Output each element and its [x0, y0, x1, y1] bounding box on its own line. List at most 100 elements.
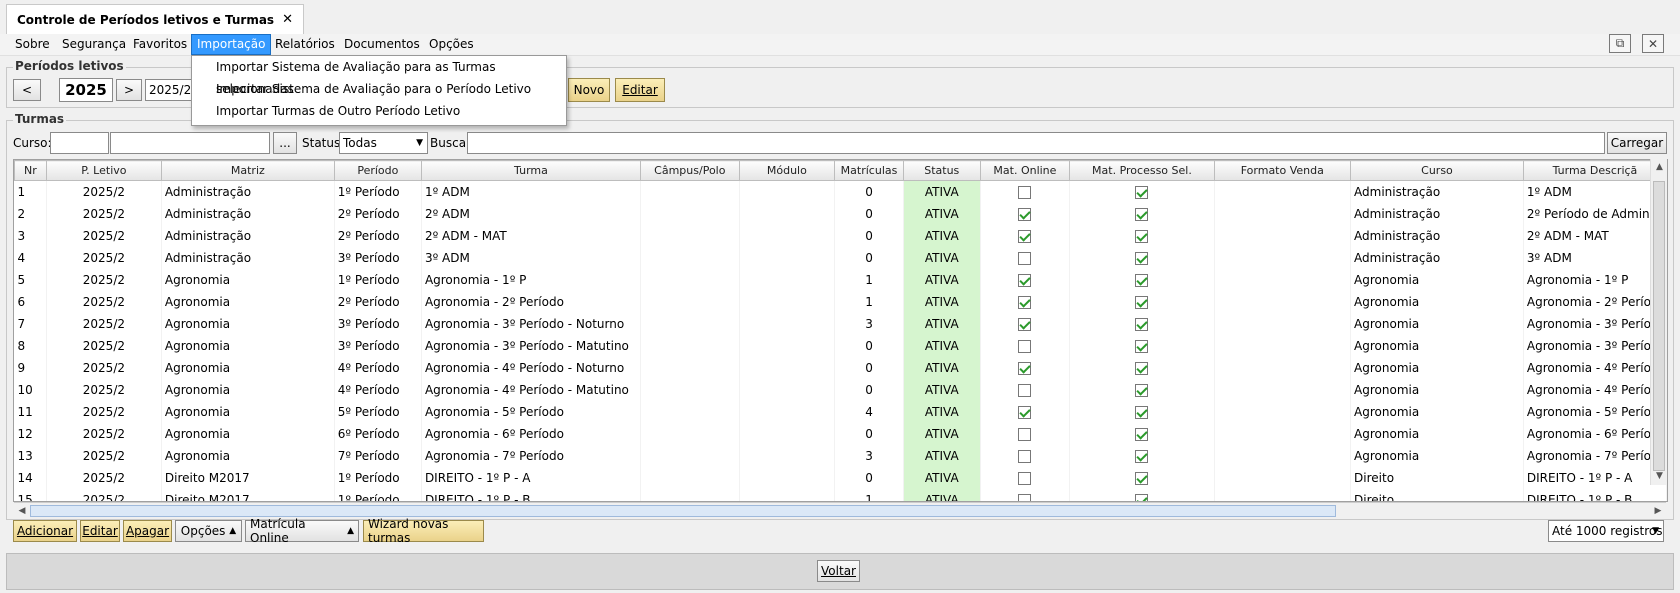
column-header[interactable]: Câmpus/Polo	[639, 160, 740, 181]
column-header[interactable]: Turma Descriçã	[1522, 160, 1667, 181]
checkbox[interactable]	[1135, 405, 1149, 419]
checkbox[interactable]	[1135, 339, 1149, 353]
menu-documentos[interactable]: Documentos	[339, 34, 425, 55]
apagar-button[interactable]: Apagar	[123, 520, 172, 542]
checkbox[interactable]	[1135, 295, 1149, 309]
table-row[interactable]: 6 2025/2 Agronomia 2º Período Agronomia - 2º…	[14, 290, 1667, 313]
column-header[interactable]: P. Letivo	[45, 160, 162, 181]
scroll-up-icon[interactable]: ▲	[1651, 159, 1668, 176]
column-header[interactable]: Mat. Processo Sel.	[1069, 160, 1215, 181]
scroll-right-icon[interactable]: ▶	[1650, 503, 1666, 519]
menu-item-importar-turmas-outro-periodo[interactable]: Importar Turmas de Outro Período Letivo	[192, 100, 566, 122]
checkbox[interactable]	[1018, 361, 1032, 375]
checkbox[interactable]	[1135, 207, 1149, 221]
column-header[interactable]: Módulo	[738, 160, 836, 181]
checkbox[interactable]	[1018, 339, 1032, 353]
checkbox[interactable]	[1018, 207, 1032, 221]
menu-sobre[interactable]: Sobre	[10, 34, 55, 55]
table-row[interactable]: 14 2025/2 Direito M2017 1º Período DIREITO -…	[14, 466, 1667, 489]
curso-name-input[interactable]	[110, 132, 270, 154]
adicionar-button[interactable]: Adicionar	[13, 520, 77, 542]
status-select[interactable]: Todas ▼	[339, 132, 428, 154]
checkbox[interactable]	[1018, 471, 1032, 485]
wizard-novas-turmas-button[interactable]: Wizard novas turmas	[363, 517, 484, 545]
checkbox[interactable]	[1018, 295, 1032, 309]
checkbox[interactable]	[1135, 383, 1149, 397]
checkbox[interactable]	[1135, 493, 1149, 501]
editar-periodo-button[interactable]: Editar	[615, 78, 665, 102]
checkbox[interactable]	[1135, 251, 1149, 265]
matricula-online-button[interactable]: Matrícula Online ▲	[245, 517, 359, 545]
table-row[interactable]: 9 2025/2 Agronomia 4º Período Agronomia - 4º…	[14, 356, 1667, 379]
scroll-down-icon[interactable]: ▼	[1651, 468, 1668, 485]
scroll-left-icon[interactable]: ◀	[14, 503, 30, 519]
checkbox[interactable]	[1135, 185, 1149, 199]
menu-relatorios[interactable]: Relatórios	[270, 34, 340, 55]
checkbox[interactable]	[1135, 273, 1149, 287]
registros-select[interactable]: Até 1000 registros ▼	[1548, 520, 1664, 542]
horizontal-scrollbar[interactable]: ◀ ▶	[14, 502, 1666, 518]
column-header[interactable]: Turma	[420, 160, 641, 181]
checkbox[interactable]	[1018, 273, 1032, 287]
menu-item-importar-avaliacao-turmas[interactable]: Importar Sistema de Avaliação para as Tu…	[192, 56, 566, 96]
opcoes-button[interactable]: Opções ▲	[175, 520, 242, 542]
chevron-left-icon[interactable]: <	[13, 79, 41, 101]
menu-item-importar-avaliacao-periodo[interactable]: Importar Sistema de Avaliação para o Per…	[192, 78, 566, 100]
column-header[interactable]: Nr	[14, 160, 47, 181]
checkbox[interactable]	[1018, 493, 1032, 501]
close-window-icon[interactable]: ✕	[1642, 34, 1664, 53]
table-row[interactable]: 5 2025/2 Agronomia 1º Período Agronomia - 1º…	[14, 268, 1667, 291]
column-header[interactable]: Período	[333, 160, 422, 181]
checkbox[interactable]	[1135, 449, 1149, 463]
menu-importacao[interactable]: Importação	[191, 34, 272, 55]
voltar-button[interactable]: Voltar	[817, 560, 860, 582]
table-row[interactable]: 7 2025/2 Agronomia 3º Período Agronomia - 3º…	[14, 312, 1667, 335]
column-header[interactable]: Status	[903, 160, 981, 181]
checkbox[interactable]	[1135, 471, 1149, 485]
checkbox[interactable]	[1135, 229, 1149, 243]
column-header[interactable]: Matriz	[160, 160, 335, 181]
checkbox[interactable]	[1135, 427, 1149, 441]
checkbox[interactable]	[1018, 185, 1032, 199]
menu-seguranca[interactable]: Segurança	[57, 34, 131, 55]
chevron-right-icon[interactable]: >	[116, 79, 142, 101]
table-row[interactable]: 11 2025/2 Agronomia 5º Período Agronomia - 5…	[14, 400, 1667, 423]
column-header[interactable]: Matrículas	[833, 160, 905, 181]
menu-opcoes[interactable]: Opções	[424, 34, 479, 55]
checkbox[interactable]	[1018, 427, 1032, 441]
table-row[interactable]: 3 2025/2 Administração 2º Período 2º ADM - M…	[14, 224, 1667, 247]
table-row[interactable]: 12 2025/2 Agronomia 6º Período Agronomia - 6…	[14, 422, 1667, 445]
close-icon[interactable]: ✕	[282, 12, 293, 27]
checkbox[interactable]	[1135, 317, 1149, 331]
column-header[interactable]: Curso	[1350, 160, 1524, 181]
table-row[interactable]: 4 2025/2 Administração 3º Período 3º ADM 0 ATI…	[14, 246, 1667, 269]
vertical-scrollbar[interactable]: ▲ ▼	[1650, 159, 1667, 485]
curso-code-input[interactable]	[50, 132, 109, 154]
checkbox[interactable]	[1018, 383, 1032, 397]
checkbox[interactable]	[1018, 317, 1032, 331]
table-row[interactable]: 1 2025/2 Administração 1º Período 1º ADM 0 ATI…	[14, 180, 1667, 203]
table-row[interactable]: 13 2025/2 Agronomia 7º Período Agronomia - 7…	[14, 444, 1667, 467]
periodo-select[interactable]: 2025/2 -	[145, 79, 193, 101]
table-row[interactable]: 2 2025/2 Administração 2º Período 2º ADM 0 ATI…	[14, 202, 1667, 225]
checkbox[interactable]	[1135, 361, 1149, 375]
menu-favoritos[interactable]: Favoritos	[128, 34, 192, 55]
busca-input[interactable]	[467, 132, 1605, 154]
table-row[interactable]: 8 2025/2 Agronomia 3º Período Agronomia - 3º…	[14, 334, 1667, 357]
checkbox[interactable]	[1018, 449, 1032, 463]
tab-controle-periodos[interactable]: Controle de Períodos letivos e Turmas ✕	[6, 4, 304, 34]
table-row[interactable]: 10 2025/2 Agronomia 4º Período Agronomia - 4…	[14, 378, 1667, 401]
carregar-button[interactable]: Carregar	[1607, 132, 1667, 154]
vertical-scroll-thumb[interactable]	[1653, 181, 1665, 471]
checkbox[interactable]	[1018, 251, 1032, 265]
table-row[interactable]: 15 2025/2 Direito M2017 1º Período DIREITO -…	[14, 488, 1667, 501]
column-header[interactable]: Mat. Online	[979, 160, 1071, 181]
curso-lookup-button[interactable]: ...	[273, 132, 297, 154]
external-window-icon[interactable]: ⧉	[1609, 34, 1631, 53]
horizontal-scroll-thumb[interactable]	[30, 505, 1336, 517]
novo-button[interactable]: Novo	[568, 78, 610, 102]
checkbox[interactable]	[1018, 405, 1032, 419]
checkbox[interactable]	[1018, 229, 1032, 243]
column-header[interactable]: Formato Venda	[1213, 160, 1352, 181]
editar-turma-button[interactable]: Editar	[80, 520, 120, 542]
